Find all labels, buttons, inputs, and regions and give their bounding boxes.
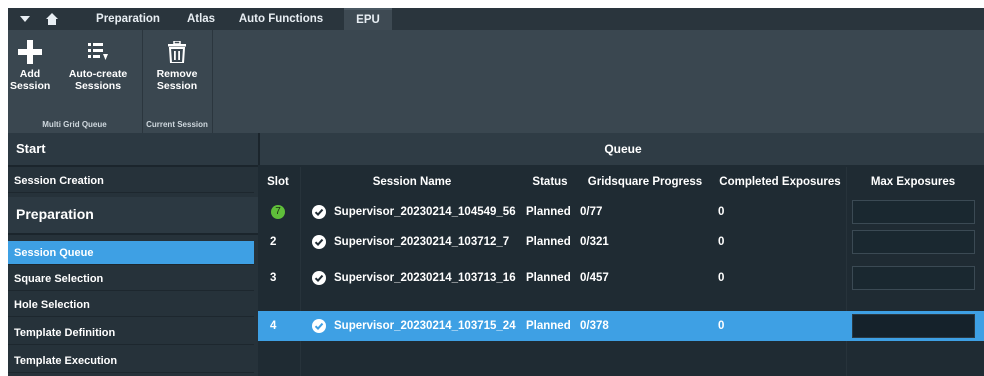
completed-exposures: 0 xyxy=(718,206,725,218)
table-row[interactable]: 2 Supervisor_20230214_103712_7 Planned 0… xyxy=(258,227,984,257)
completed-exposures: 0 xyxy=(718,236,725,248)
tab-epu[interactable]: EPU xyxy=(344,8,392,30)
max-exposures-input[interactable] xyxy=(852,230,975,254)
slot-number: 4 xyxy=(270,320,277,332)
session-name: Supervisor_20230214_103713_16 xyxy=(334,272,516,284)
nav-item-template-execution[interactable]: Template Execution xyxy=(8,349,254,373)
ribbon-divider xyxy=(212,30,213,133)
column-header-completed-exposures[interactable]: Completed Exposures xyxy=(714,167,846,197)
max-exposures-input[interactable] xyxy=(852,200,975,224)
completed-exposures: 0 xyxy=(718,320,725,332)
session-name: Supervisor_20230214_103715_24 xyxy=(334,320,516,332)
dropdown-arrow-icon[interactable] xyxy=(18,8,32,30)
remove-session-label-1: Remove xyxy=(156,68,198,80)
tab-preparation[interactable]: Preparation xyxy=(84,8,172,30)
session-name: Supervisor_20230214_103712_7 xyxy=(334,236,510,248)
column-header-gridsquare-progress[interactable]: Gridsquare Progress xyxy=(578,167,712,197)
check-circle-icon xyxy=(312,205,326,219)
gridsquare-progress: 0/77 xyxy=(580,206,603,218)
add-session-button[interactable]: Add Session xyxy=(10,36,50,92)
table-row-selected[interactable]: 4 Supervisor_20230214_103715_24 Planned … xyxy=(258,311,984,341)
list-icon xyxy=(60,36,136,68)
nav-item-session-queue[interactable]: Session Queue xyxy=(8,241,254,265)
workflow-nav: Start Session Creation Preparation Sessi… xyxy=(8,133,258,376)
check-circle-icon xyxy=(312,235,326,249)
tab-atlas[interactable]: Atlas xyxy=(178,8,224,30)
nav-item-template-definition[interactable]: Template Definition xyxy=(8,321,254,345)
trash-icon xyxy=(149,36,205,68)
session-status: Planned xyxy=(526,236,571,248)
current-session-label: Current Session xyxy=(146,120,208,129)
nav-section-start[interactable]: Start xyxy=(8,133,258,167)
column-header-max-exposures[interactable]: Max Exposures xyxy=(848,167,978,197)
nav-section-preparation[interactable]: Preparation xyxy=(8,197,258,235)
table-row[interactable]: 7 Supervisor_20230214_104549_56 Planned … xyxy=(258,197,984,227)
slot-badge: 7 xyxy=(271,205,285,219)
nav-section-start-label: Start xyxy=(16,141,46,156)
session-status: Planned xyxy=(526,206,571,218)
multi-grid-queue-group: Add Session Auto-create Sessions Multi G… xyxy=(8,30,141,133)
remove-session-button[interactable]: Remove Session xyxy=(149,36,205,92)
max-exposures-input[interactable] xyxy=(852,314,975,338)
session-status: Planned xyxy=(526,320,571,332)
check-circle-icon xyxy=(312,271,326,285)
check-circle-icon xyxy=(312,319,326,333)
max-exposures-input[interactable] xyxy=(852,266,975,290)
auto-create-label-2: Sessions xyxy=(74,80,122,92)
ribbon: Add Session Auto-create Sessions Multi G… xyxy=(8,30,984,133)
table-row[interactable]: 3 Supervisor_20230214_103713_16 Planned … xyxy=(258,263,984,293)
nav-item-hole-selection[interactable]: Hole Selection xyxy=(8,293,254,317)
add-session-label-2: Session xyxy=(10,80,51,92)
slot-number: 2 xyxy=(270,236,277,248)
column-header-session-name[interactable]: Session Name xyxy=(302,167,522,197)
gridsquare-progress: 0/457 xyxy=(580,272,609,284)
completed-exposures: 0 xyxy=(718,272,725,284)
nav-item-square-selection[interactable]: Square Selection xyxy=(8,267,254,291)
auto-create-sessions-button[interactable]: Auto-create Sessions xyxy=(60,36,136,92)
home-icon[interactable] xyxy=(44,8,60,30)
plus-icon xyxy=(10,36,50,68)
gridsquare-progress: 0/321 xyxy=(580,236,609,248)
column-header-slot[interactable]: Slot xyxy=(258,167,298,197)
auto-create-label-1: Auto-create xyxy=(68,68,128,80)
tab-bar: Preparation Atlas Auto Functions EPU xyxy=(8,8,984,30)
queue-title: Queue xyxy=(258,133,984,165)
epu-window: Preparation Atlas Auto Functions EPU Add… xyxy=(8,8,984,376)
tab-auto-functions[interactable]: Auto Functions xyxy=(232,8,330,30)
slot-number: 3 xyxy=(270,272,277,284)
session-status: Planned xyxy=(526,272,571,284)
column-header-status[interactable]: Status xyxy=(524,167,576,197)
session-name: Supervisor_20230214_104549_56 xyxy=(334,206,516,218)
gridsquare-progress: 0/378 xyxy=(580,320,609,332)
add-session-label-1: Add xyxy=(19,68,41,80)
queue-panel: Queue Slot Session Name Status Gridsquar… xyxy=(258,133,984,376)
current-session-group: Remove Session Current Session xyxy=(143,30,211,133)
nav-section-preparation-label: Preparation xyxy=(16,206,94,222)
remove-session-label-2: Session xyxy=(156,80,198,92)
nav-item-session-creation[interactable]: Session Creation xyxy=(8,169,254,193)
multi-grid-queue-label: Multi Grid Queue xyxy=(42,120,107,129)
